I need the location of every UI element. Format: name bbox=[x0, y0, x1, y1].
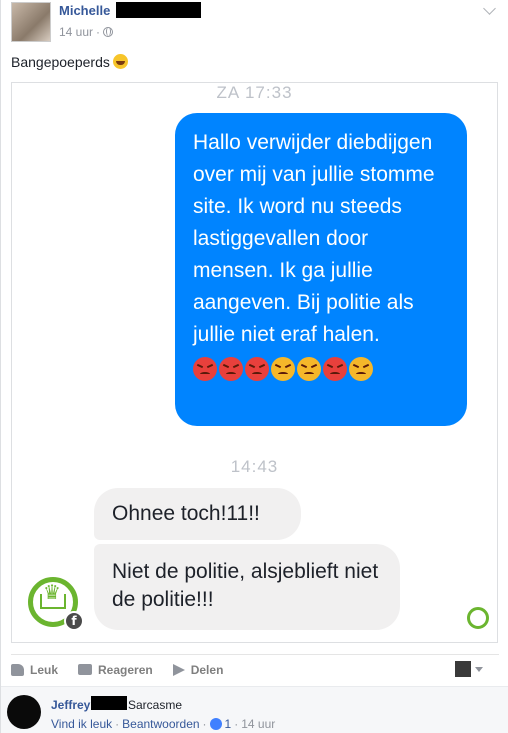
meta-separator: · bbox=[202, 717, 207, 731]
angry-yellow-emoji-icon bbox=[271, 357, 295, 381]
comment-meta: Vind ik leuk · Beantwoorden · 1 · 14 uur bbox=[51, 717, 275, 731]
angry-red-emoji-icon bbox=[219, 357, 243, 381]
meta-separator: · bbox=[234, 717, 239, 731]
post-image[interactable]: ZA 17:33 Hallo verwijder diebdijgen over… bbox=[11, 82, 498, 643]
chevron-down-icon[interactable] bbox=[483, 2, 496, 15]
sent-message-text: Hallo verwijder diebdijgen over mij van … bbox=[193, 131, 435, 346]
angry-emoji-row bbox=[193, 357, 449, 381]
angry-yellow-emoji-icon bbox=[297, 357, 321, 381]
identity-avatar bbox=[455, 661, 471, 677]
received-message-text: Ohnee toch!11!! bbox=[112, 502, 260, 525]
comment-like-link[interactable]: Vind ik leuk bbox=[51, 717, 112, 731]
sent-message-bubble: Hallo verwijder diebdijgen over mij van … bbox=[175, 113, 467, 426]
received-message-bubble: Ohnee toch!11!! bbox=[94, 488, 301, 540]
comment-icon bbox=[78, 664, 93, 675]
laughing-emoji-icon bbox=[112, 54, 128, 69]
angry-yellow-emoji-icon bbox=[349, 357, 373, 381]
author-name[interactable]: Michelle bbox=[59, 3, 110, 18]
meta-separator: · bbox=[96, 25, 101, 39]
globe-icon bbox=[103, 27, 114, 37]
redaction-bar bbox=[116, 2, 201, 18]
identity-selector[interactable] bbox=[455, 661, 483, 677]
like-button[interactable]: Leuk bbox=[11, 663, 58, 677]
post-meta: 14 uur · bbox=[59, 25, 114, 39]
comment-time[interactable]: 14 uur bbox=[241, 717, 275, 731]
comment-button[interactable]: Reageren bbox=[78, 663, 153, 677]
redaction-bar bbox=[91, 696, 127, 710]
facebook-badge-icon: f bbox=[64, 611, 84, 631]
caret-down-icon bbox=[475, 666, 483, 672]
comment-like-count[interactable]: 1 bbox=[225, 717, 232, 731]
post-time[interactable]: 14 uur bbox=[59, 25, 93, 39]
caption-text: Bangepoeperds bbox=[11, 54, 110, 70]
thumbs-up-icon bbox=[11, 663, 24, 676]
share-label: Delen bbox=[190, 662, 224, 677]
comment-section: Jeffrey Sarcasme Vind ik leuk · Beantwoo… bbox=[1, 686, 508, 733]
author-avatar[interactable] bbox=[11, 2, 51, 42]
timestamp-reply: 14:43 bbox=[230, 457, 279, 476]
action-bar: Leuk Reageren Delen bbox=[11, 654, 499, 684]
comment-label: Reageren bbox=[98, 662, 153, 677]
angry-red-emoji-icon bbox=[245, 357, 269, 381]
received-message-text: Niet de politie, alsjeblieft niet de pol… bbox=[112, 560, 379, 611]
angry-red-emoji-icon bbox=[193, 357, 217, 381]
like-reaction-icon bbox=[209, 718, 222, 730]
small-crown-icon bbox=[467, 607, 489, 629]
received-message-bubble: Niet de politie, alsjeblieft niet de pol… bbox=[94, 544, 400, 630]
comment-text: Sarcasme bbox=[128, 698, 183, 712]
crown-icon bbox=[40, 582, 66, 609]
share-arrow-icon bbox=[172, 663, 185, 676]
post-caption: Bangepoeperds bbox=[11, 54, 128, 70]
comment-reply-link[interactable]: Beantwoorden bbox=[122, 717, 199, 731]
like-label: Leuk bbox=[30, 662, 59, 677]
meta-separator: · bbox=[115, 717, 120, 731]
commenter-avatar[interactable] bbox=[7, 695, 41, 729]
timestamp-saturday: ZA 17:33 bbox=[216, 83, 293, 102]
commenter-name[interactable]: Jeffrey bbox=[51, 698, 90, 712]
facebook-post: Michelle 14 uur · Bangepoeperds ZA 17:33… bbox=[0, 0, 508, 733]
share-button[interactable]: Delen bbox=[172, 662, 224, 677]
angry-red-emoji-icon bbox=[323, 357, 347, 381]
